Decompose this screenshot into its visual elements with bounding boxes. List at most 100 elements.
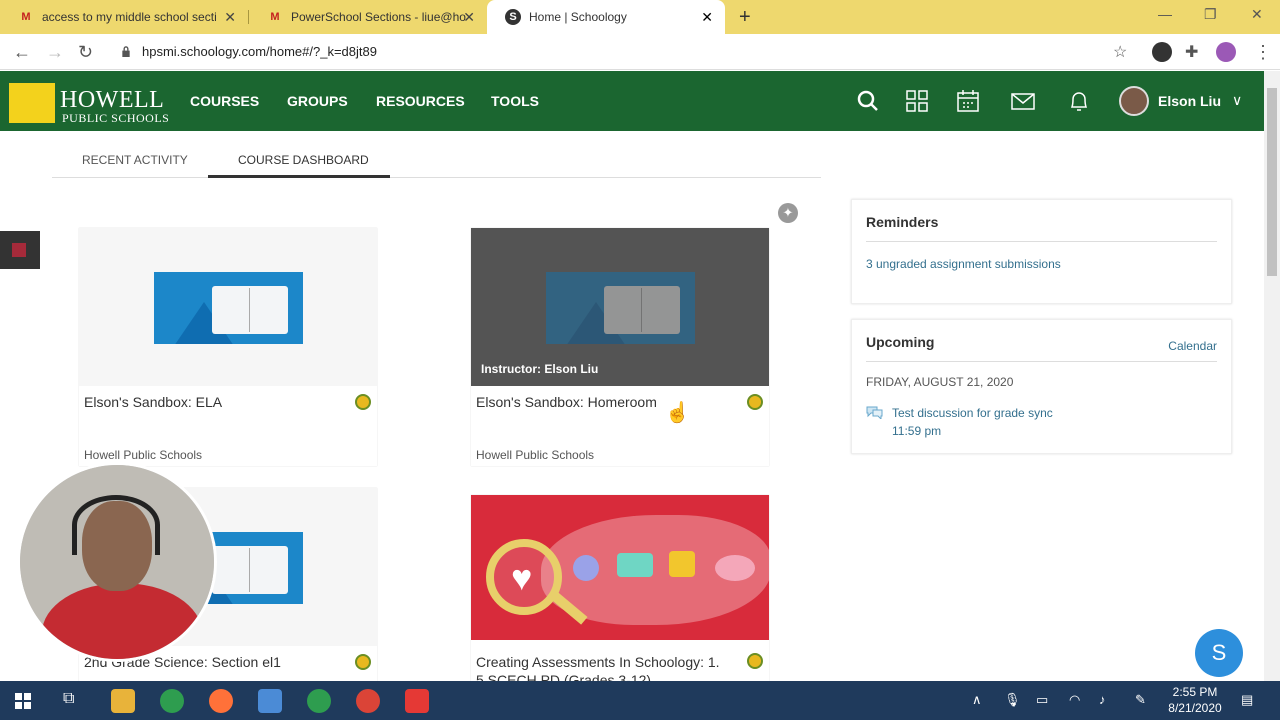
nav-resources[interactable]: RESOURCES xyxy=(376,93,465,109)
wifi-icon[interactable]: ◠ xyxy=(1069,692,1080,708)
close-tab-icon[interactable]: ✕ xyxy=(701,9,713,26)
app-icon[interactable] xyxy=(258,689,282,713)
tray-chevron-icon[interactable]: ∧ xyxy=(972,692,982,708)
chevron-down-icon[interactable]: ∨ xyxy=(1232,92,1242,109)
site-header: HOWELL PUBLIC SCHOOLS COURSES GROUPS RES… xyxy=(0,71,1280,131)
course-title[interactable]: Elson's Sandbox: Homeroom xyxy=(476,394,657,410)
nav-groups[interactable]: GROUPS xyxy=(287,93,348,109)
recorder-app-icon[interactable] xyxy=(405,689,429,713)
gmail-icon: M xyxy=(270,11,280,23)
mail-icon[interactable] xyxy=(1010,88,1036,114)
course-card[interactable]: ♥ Creating Assessments In Schoology: 1. … xyxy=(471,495,769,681)
firefox-icon[interactable] xyxy=(209,689,233,713)
tab-title: Home | Schoology xyxy=(529,10,627,24)
reminders-panel: Reminders 3 ungraded assignment submissi… xyxy=(851,199,1232,304)
reminders-title: Reminders xyxy=(866,214,939,230)
taskbar-clock[interactable]: 2:55 PM 8/21/2020 xyxy=(1160,684,1230,716)
windows-taskbar: ⧉ ∧ 🎙 ▭ ◠ ♪ ✎ 2:55 PM 8/21/2020 ▤ xyxy=(0,681,1280,720)
course-title[interactable]: Creating Assessments In Schoology: 1. xyxy=(476,654,720,670)
course-org: Howell Public Schools xyxy=(84,448,203,462)
event-link[interactable]: Test discussion for grade sync xyxy=(892,406,1053,420)
discussion-icon xyxy=(866,406,883,419)
new-tab-icon[interactable]: + xyxy=(739,6,751,29)
lock-icon xyxy=(122,46,130,57)
event-time: 11:59 pm xyxy=(892,424,942,438)
nav-tools[interactable]: TOOLS xyxy=(491,93,539,109)
close-tab-icon[interactable]: ✕ xyxy=(463,9,475,26)
course-card[interactable]: Instructor: Elson Liu Elson's Sandbox: H… xyxy=(471,228,769,466)
user-name[interactable]: Elson Liu xyxy=(1158,93,1221,109)
browser-tab-1[interactable]: M access to my middle school secti ✕ xyxy=(0,0,248,34)
chat-bubble-icon xyxy=(617,553,653,577)
microphone-icon[interactable]: 🎙 xyxy=(1004,692,1021,708)
puzzle-piece-icon xyxy=(669,551,695,577)
clock-date: 8/21/2020 xyxy=(1168,701,1222,715)
divider xyxy=(866,361,1217,362)
gmail-icon: M xyxy=(21,11,31,23)
nav-courses[interactable]: COURSES xyxy=(190,93,259,109)
mouse-cursor-icon: ☝ xyxy=(665,402,690,424)
task-view-icon[interactable]: ⧉ xyxy=(63,690,74,708)
tab-title: PowerSchool Sections - liue@ho xyxy=(291,10,466,24)
notifications-icon[interactable]: ▤ xyxy=(1241,692,1253,708)
course-image: ♥ xyxy=(471,495,769,640)
extension-icon[interactable] xyxy=(1152,42,1172,62)
star-icon[interactable]: ☆ xyxy=(1113,42,1127,62)
accessibility-icon[interactable]: ✦ xyxy=(778,203,798,223)
verified-badge-icon xyxy=(747,394,763,410)
heart-icon: ♥ xyxy=(511,557,533,598)
minimize-icon[interactable]: — xyxy=(1158,6,1172,22)
reminder-link[interactable]: 3 ungraded assignment submissions xyxy=(866,257,1061,271)
battery-icon[interactable]: ▭ xyxy=(1036,692,1048,708)
bell-icon[interactable] xyxy=(1066,88,1092,114)
divider xyxy=(866,241,1217,242)
chrome-icon[interactable] xyxy=(307,689,331,713)
webcam-overlay xyxy=(17,462,217,662)
course-org: Howell Public Schools xyxy=(476,448,595,462)
howell-logo-icon[interactable] xyxy=(9,83,55,123)
back-icon[interactable]: ← xyxy=(13,42,31,63)
person-icon xyxy=(573,555,599,581)
reload-icon[interactable]: ↻ xyxy=(78,42,93,63)
course-image: Instructor: Elson Liu xyxy=(471,228,769,386)
file-explorer-icon[interactable] xyxy=(111,689,135,713)
url-input[interactable]: hpsmi.schoology.com/home#/?_k=d8jt89 xyxy=(142,44,377,59)
calendar-icon[interactable] xyxy=(955,88,981,114)
side-record-button[interactable] xyxy=(0,231,40,269)
upcoming-date: FRIDAY, AUGUST 21, 2020 xyxy=(866,375,1014,389)
pen-icon[interactable]: ✎ xyxy=(1135,692,1146,708)
menu-icon[interactable]: ⋮ xyxy=(1254,42,1272,63)
course-title[interactable]: Elson's Sandbox: ELA xyxy=(84,394,222,410)
search-icon[interactable] xyxy=(855,88,881,114)
chrome-icon[interactable] xyxy=(356,689,380,713)
user-avatar[interactable] xyxy=(1119,86,1149,116)
browser-tab-3[interactable]: S Home | Schoology ✕ xyxy=(487,0,725,34)
close-window-icon[interactable]: ✕ xyxy=(1251,6,1263,23)
clock-time: 2:55 PM xyxy=(1172,685,1218,699)
windows-start-icon[interactable] xyxy=(15,693,31,709)
close-tab-icon[interactable]: ✕ xyxy=(224,9,236,26)
scrollbar-thumb[interactable] xyxy=(1267,88,1277,276)
course-instructor: Instructor: Elson Liu xyxy=(481,362,599,376)
logo-title: HOWELL xyxy=(60,87,165,113)
course-card[interactable]: Elson's Sandbox: ELA Howell Public Schoo… xyxy=(79,228,377,466)
apps-grid-icon[interactable] xyxy=(904,88,930,114)
browser-tab-2[interactable]: M PowerSchool Sections - liue@ho ✕ xyxy=(249,0,487,34)
restore-icon[interactable]: ❐ xyxy=(1204,6,1217,23)
forward-icon[interactable]: → xyxy=(46,42,64,63)
upcoming-panel: Upcoming Calendar FRIDAY, AUGUST 21, 202… xyxy=(851,319,1232,454)
chrome-icon[interactable] xyxy=(160,689,184,713)
volume-icon[interactable]: ♪ xyxy=(1099,692,1106,707)
tab-course-dashboard[interactable]: COURSE DASHBOARD xyxy=(238,153,369,167)
puzzle-icon[interactable]: ✚ xyxy=(1185,42,1198,62)
calendar-link[interactable]: Calendar xyxy=(1168,339,1217,353)
headset xyxy=(72,495,160,555)
logo-subtitle: PUBLIC SCHOOLS xyxy=(62,111,170,125)
course-title-line2[interactable]: 5 SCECH PD (Grades 3-12) xyxy=(476,672,651,681)
browser-tabbar: M access to my middle school secti ✕ M P… xyxy=(0,0,1280,34)
schoology-help-button[interactable]: S xyxy=(1195,629,1243,677)
profile-icon[interactable] xyxy=(1216,42,1236,62)
tab-recent-activity[interactable]: RECENT ACTIVITY xyxy=(82,153,188,167)
dashboard-tabs: RECENT ACTIVITY COURSE DASHBOARD xyxy=(52,148,821,178)
upcoming-title: Upcoming xyxy=(866,334,935,350)
